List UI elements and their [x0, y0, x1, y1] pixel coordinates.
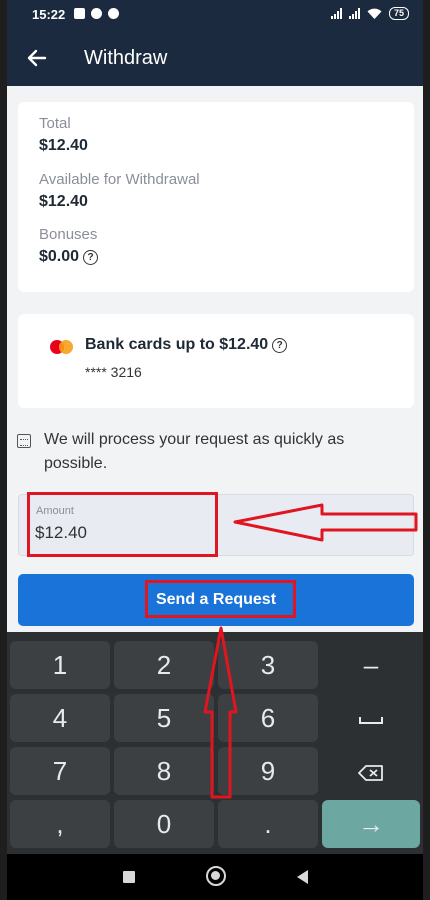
signal-icon	[330, 8, 342, 19]
payment-method-title: Bank cards up to $12.40	[85, 336, 269, 353]
phone-screen: 15:22 75 Withdraw Total $12.40 Available…	[7, 0, 423, 900]
speaker-notification-icon	[91, 8, 102, 19]
total-value: $12.40	[39, 137, 88, 154]
key-1[interactable]: 1	[10, 641, 110, 689]
key-9[interactable]: 9	[218, 747, 318, 795]
bonuses-value: $0.00	[39, 248, 80, 265]
app-bar: Withdraw	[7, 30, 423, 86]
payment-method-card[interactable]: Bank cards up to $12.40? **** 3216	[18, 314, 414, 408]
status-time: 15:22	[32, 7, 66, 22]
arrow-left-icon[interactable]	[25, 46, 49, 70]
home-icon[interactable]	[206, 866, 226, 886]
processing-info-text: We will process your request as quickly …	[44, 431, 345, 472]
recents-icon[interactable]	[123, 871, 135, 883]
bonuses-row: $0.00?	[39, 248, 99, 266]
total-label: Total	[39, 115, 71, 132]
key-dot[interactable]: .	[218, 800, 318, 848]
wifi-icon	[367, 8, 382, 19]
send-button-highlight-box	[145, 580, 296, 618]
key-enter[interactable]: →	[322, 800, 420, 848]
calendar-icon	[17, 434, 31, 448]
key-4[interactable]: 4	[10, 694, 110, 742]
available-label: Available for Withdrawal	[39, 171, 200, 188]
system-nav-bar	[7, 854, 423, 900]
bonuses-label: Bonuses	[39, 226, 98, 243]
amount-highlight-box	[27, 492, 218, 557]
key-backspace[interactable]	[322, 747, 420, 795]
camera-notification-icon	[74, 8, 85, 19]
mastercard-icon	[50, 340, 74, 354]
available-value: $12.40	[39, 193, 88, 210]
help-icon[interactable]: ?	[83, 250, 99, 265]
key-8[interactable]: 8	[114, 747, 214, 795]
status-bar: 15:22 75	[7, 0, 423, 30]
key-2[interactable]: 2	[114, 641, 214, 689]
battery-indicator: 75	[388, 7, 409, 20]
card-number: **** 3216	[85, 364, 142, 380]
key-7[interactable]: 7	[10, 747, 110, 795]
key-0[interactable]: 0	[114, 800, 214, 848]
key-space[interactable]	[322, 694, 420, 742]
numeric-keyboard: 1 2 3 – 4 5 6 7 8 9 , 0 . →	[7, 632, 423, 854]
backspace-icon	[358, 765, 383, 782]
key-comma[interactable]: ,	[10, 800, 110, 848]
space-icon	[359, 717, 383, 725]
key-minus[interactable]: –	[322, 641, 420, 689]
payment-help-icon[interactable]: ?	[272, 338, 288, 353]
page-title: Withdraw	[84, 47, 168, 69]
payment-method-row: Bank cards up to $12.40?	[85, 336, 288, 354]
signal-icon-2	[348, 8, 360, 19]
screenshot-frame: 15:22 75 Withdraw Total $12.40 Available…	[0, 0, 430, 900]
balance-card: Total $12.40 Available for Withdrawal $1…	[18, 102, 414, 292]
key-3[interactable]: 3	[218, 641, 318, 689]
back-triangle-icon[interactable]	[297, 870, 308, 884]
key-5[interactable]: 5	[114, 694, 214, 742]
key-6[interactable]: 6	[218, 694, 318, 742]
app-notification-icon	[108, 8, 119, 19]
